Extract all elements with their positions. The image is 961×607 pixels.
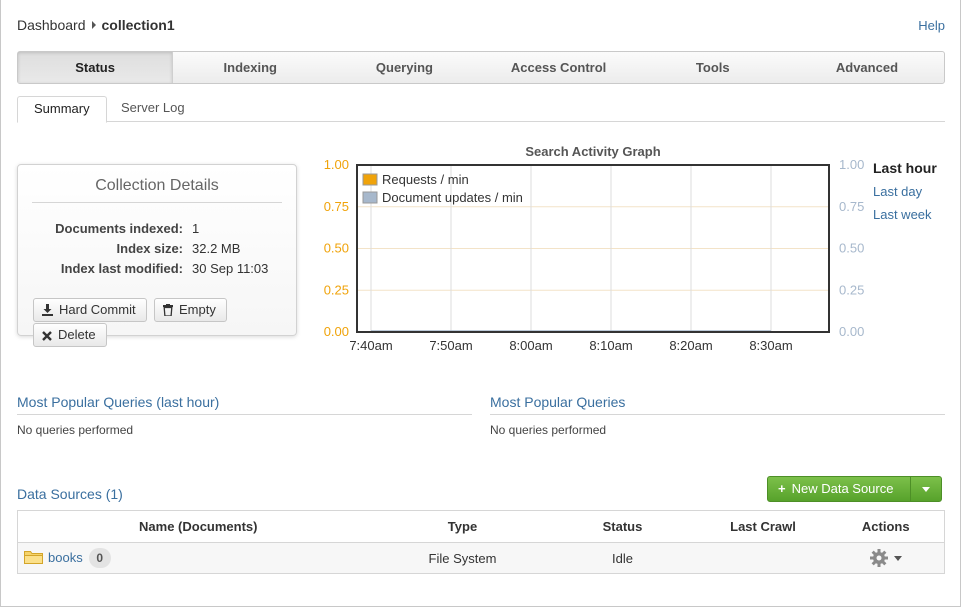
tab-status[interactable]: Status xyxy=(18,52,174,83)
chart-right-tick-label: 0.00 xyxy=(839,324,864,339)
last-modified-label: Index last modified: xyxy=(60,261,183,276)
breadcrumb-dashboard[interactable]: Dashboard xyxy=(17,17,86,33)
documents-indexed-value: 1 xyxy=(192,221,200,236)
tab-tools[interactable]: Tools xyxy=(636,52,790,83)
column-actions: Actions xyxy=(827,510,945,543)
last-modified-value: 30 Sep 11:03 xyxy=(192,261,269,276)
range-last-day[interactable]: Last day xyxy=(873,184,922,199)
range-last-week[interactable]: Last week xyxy=(873,207,932,222)
chart-legend-label: Document updates / min xyxy=(382,190,523,205)
chart-right-tick-label: 0.75 xyxy=(839,199,864,214)
plus-icon: + xyxy=(778,481,786,496)
folder-icon xyxy=(24,551,43,564)
chart-x-tick-label: 8:30am xyxy=(749,338,792,353)
popular-queries-last-hour-empty: No queries performed xyxy=(17,423,134,437)
empty-button[interactable]: Empty xyxy=(154,298,227,322)
tab-querying[interactable]: Querying xyxy=(327,52,481,83)
chart-left-tick-label: 0.75 xyxy=(324,199,349,214)
delete-button[interactable]: Delete xyxy=(33,323,107,347)
chart-right-tick-label: 1.00 xyxy=(839,157,864,172)
empty-label: Empty xyxy=(179,302,216,317)
column-status[interactable]: Status xyxy=(546,510,699,543)
data-sources-table: Name (Documents) Type Status Last Crawl … xyxy=(17,510,945,574)
subtab-server-log[interactable]: Server Log xyxy=(105,96,201,122)
sub-tabs: Summary Server Log xyxy=(17,96,945,123)
chart-legend-swatch xyxy=(362,191,378,204)
documents-indexed-label: Documents indexed: xyxy=(55,221,183,236)
range-last-hour[interactable]: Last hour xyxy=(873,160,937,176)
chart-left-tick-label: 1.00 xyxy=(324,157,349,172)
new-data-source-label: New Data Source xyxy=(791,481,894,496)
data-source-name-cell: books 0 xyxy=(17,542,379,574)
chart-x-tick-label: 7:40am xyxy=(349,338,392,353)
chart-x-tick-label: 7:50am xyxy=(429,338,472,353)
collection-details-title: Collection Details xyxy=(32,177,282,203)
chart-right-tick-label: 0.25 xyxy=(839,282,864,297)
search-activity-chart: 1.00 1.00 0.75 0.75 0.50 0.50 0.25 0.25 0.00 0.00… xyxy=(324,157,865,353)
chart-left-tick-label: 0.50 xyxy=(324,241,349,256)
new-data-source-dropdown-toggle[interactable] xyxy=(910,477,941,501)
collection-details-panel: Collection Details Documents indexed: 1 … xyxy=(17,164,297,347)
tab-advanced[interactable]: Advanced xyxy=(790,52,944,83)
breadcrumb-separator-icon xyxy=(91,21,96,29)
popular-queries-all-title[interactable]: Most Popular Queries xyxy=(490,394,945,415)
chevron-down-icon[interactable] xyxy=(893,554,903,562)
chart-legend-label: Requests / min xyxy=(382,172,469,187)
help-link[interactable]: Help xyxy=(918,18,945,33)
close-icon xyxy=(42,331,52,341)
trash-icon xyxy=(163,304,173,317)
tab-access-control[interactable]: Access Control xyxy=(482,52,636,83)
subtab-summary[interactable]: Summary xyxy=(17,96,107,123)
new-data-source-button-group: + New Data Source xyxy=(767,476,942,502)
chart-x-tick-label: 8:00am xyxy=(509,338,552,353)
data-source-status: Idle xyxy=(546,542,699,574)
download-icon xyxy=(42,304,53,316)
data-sources-title[interactable]: Data Sources (1) xyxy=(17,486,123,502)
chart-right-tick-label: 0.50 xyxy=(839,241,864,256)
main-tabs: Status Indexing Querying Access Control … xyxy=(17,51,945,84)
data-source-name-link[interactable]: books xyxy=(48,550,83,565)
index-size-label: Index size: xyxy=(116,241,183,256)
chart-left-tick-label: 0.25 xyxy=(324,282,349,297)
chart-left-tick-label: 0.00 xyxy=(324,324,349,339)
hard-commit-button[interactable]: Hard Commit xyxy=(33,298,147,322)
hard-commit-label: Hard Commit xyxy=(59,302,136,317)
column-last-crawl[interactable]: Last Crawl xyxy=(698,510,828,543)
popular-queries-last-hour: Most Popular Queries (last hour) No quer… xyxy=(17,394,472,437)
gear-icon[interactable] xyxy=(869,548,889,568)
data-source-last-crawl xyxy=(698,542,828,574)
chart-x-tick-label: 8:10am xyxy=(589,338,632,353)
table-row: books 0 File System Idle xyxy=(17,542,945,574)
new-data-source-button[interactable]: + New Data Source xyxy=(768,477,910,501)
index-size-value: 32.2 MB xyxy=(192,241,241,256)
popular-queries-all-empty: No queries performed xyxy=(490,423,607,437)
column-type[interactable]: Type xyxy=(378,510,547,543)
breadcrumb-current: collection1 xyxy=(101,17,175,33)
popular-queries-last-hour-title[interactable]: Most Popular Queries (last hour) xyxy=(17,394,472,415)
data-source-type: File System xyxy=(378,542,547,574)
breadcrumb: Dashboard collection1 xyxy=(17,17,175,33)
tab-indexing[interactable]: Indexing xyxy=(173,52,327,83)
delete-label: Delete xyxy=(58,327,96,342)
column-name[interactable]: Name (Documents) xyxy=(17,510,379,543)
chart-x-tick-label: 8:20am xyxy=(669,338,712,353)
popular-queries-all: Most Popular Queries No queries performe… xyxy=(490,394,945,437)
chart-legend-swatch xyxy=(362,173,378,186)
document-count-badge: 0 xyxy=(88,548,111,568)
table-header-row: Name (Documents) Type Status Last Crawl … xyxy=(17,510,945,543)
data-source-actions[interactable] xyxy=(827,542,945,574)
